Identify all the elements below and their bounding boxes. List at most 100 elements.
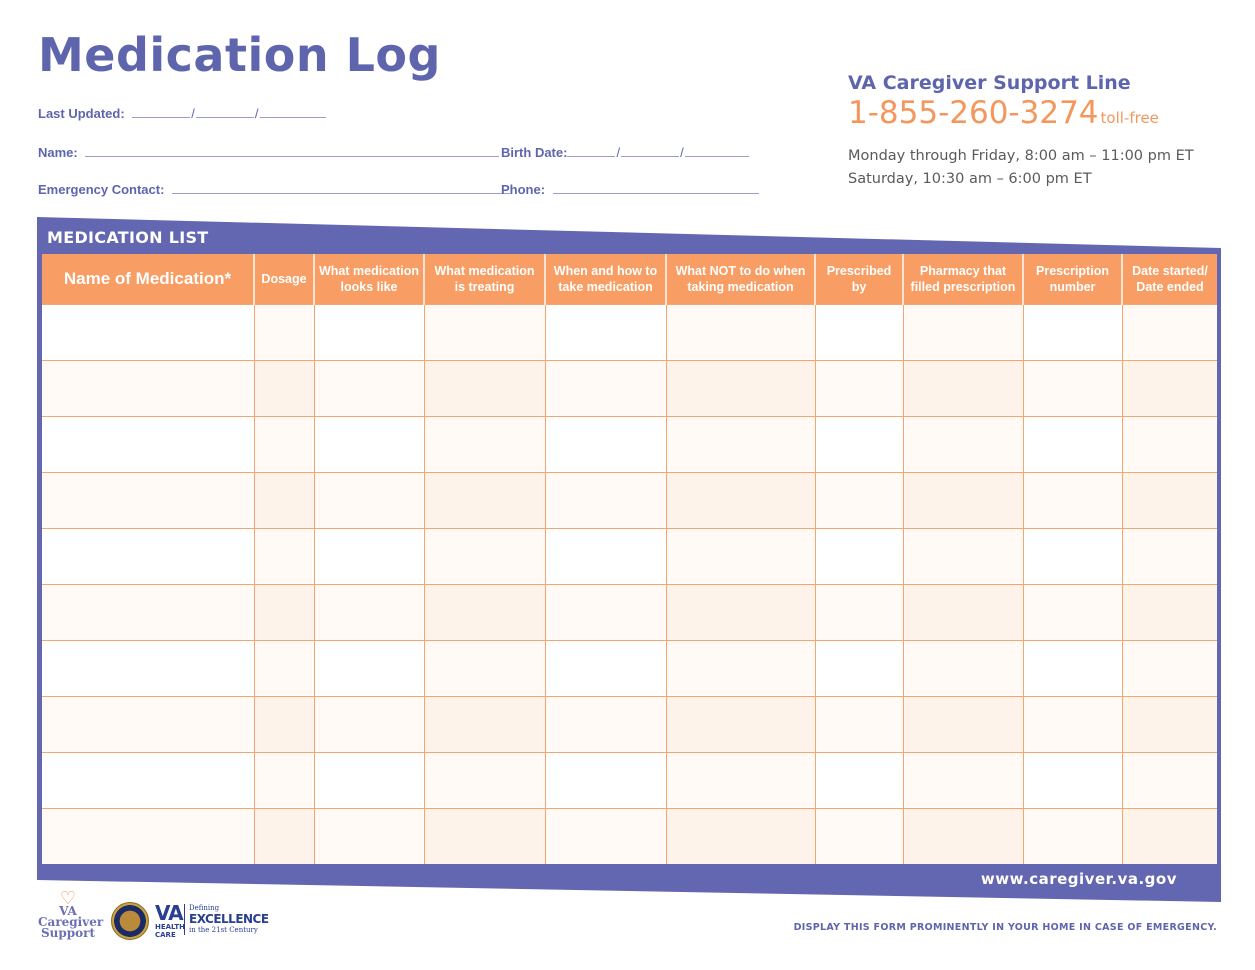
cell-name[interactable] [42, 360, 254, 417]
cell-dosage[interactable] [253, 528, 314, 585]
cell-looks-like[interactable] [313, 640, 424, 697]
cell-dosage[interactable] [253, 640, 314, 697]
cell-dates[interactable] [1121, 584, 1217, 641]
cell-prescribed-by[interactable] [814, 528, 903, 585]
cell-treating[interactable] [423, 528, 545, 585]
cell-prescribed-by[interactable] [814, 640, 903, 697]
birth-date-year-input[interactable] [684, 145, 749, 157]
cell-prescribed-by[interactable] [814, 472, 903, 529]
cell-looks-like[interactable] [313, 528, 424, 585]
cell-pharmacy[interactable] [902, 584, 1023, 641]
cell-name[interactable] [42, 640, 254, 697]
cell-when-how[interactable] [544, 304, 666, 361]
cell-pharmacy[interactable] [902, 472, 1023, 529]
cell-dates[interactable] [1121, 752, 1217, 809]
cell-treating[interactable] [423, 808, 545, 864]
cell-dates[interactable] [1121, 416, 1217, 473]
cell-prescribed-by[interactable] [814, 752, 903, 809]
emergency-contact-input[interactable] [172, 182, 511, 194]
cell-what-not[interactable] [665, 640, 815, 697]
cell-what-not[interactable] [665, 472, 815, 529]
cell-dosage[interactable] [253, 304, 314, 361]
phone-input[interactable] [552, 182, 759, 194]
cell-rx-number[interactable] [1022, 808, 1122, 864]
cell-dosage[interactable] [253, 472, 314, 529]
cell-rx-number[interactable] [1022, 304, 1122, 361]
cell-rx-number[interactable] [1022, 528, 1122, 585]
cell-dates[interactable] [1121, 640, 1217, 697]
cell-prescribed-by[interactable] [814, 808, 903, 864]
support-phone-number[interactable]: 1-855-260-3274 [848, 95, 1099, 131]
cell-name[interactable] [42, 584, 254, 641]
cell-rx-number[interactable] [1022, 752, 1122, 809]
cell-name[interactable] [42, 416, 254, 473]
birth-date-month-input[interactable] [567, 145, 616, 157]
birth-date-day-input[interactable] [621, 145, 680, 157]
cell-when-how[interactable] [544, 472, 666, 529]
cell-when-how[interactable] [544, 584, 666, 641]
cell-prescribed-by[interactable] [814, 584, 903, 641]
cell-treating[interactable] [423, 752, 545, 809]
cell-name[interactable] [42, 808, 254, 864]
name-input[interactable] [85, 145, 500, 157]
cell-pharmacy[interactable] [902, 696, 1023, 753]
last-updated-year-input[interactable] [259, 106, 326, 118]
cell-name[interactable] [42, 472, 254, 529]
cell-what-not[interactable] [665, 304, 815, 361]
cell-rx-number[interactable] [1022, 472, 1122, 529]
cell-rx-number[interactable] [1022, 696, 1122, 753]
cell-looks-like[interactable] [313, 808, 424, 864]
cell-when-how[interactable] [544, 696, 666, 753]
cell-dates[interactable] [1121, 528, 1217, 585]
cell-pharmacy[interactable] [902, 304, 1023, 361]
cell-treating[interactable] [423, 416, 545, 473]
cell-dates[interactable] [1121, 304, 1217, 361]
cell-when-how[interactable] [544, 808, 666, 864]
cell-pharmacy[interactable] [902, 416, 1023, 473]
cell-looks-like[interactable] [313, 584, 424, 641]
cell-looks-like[interactable] [313, 752, 424, 809]
cell-name[interactable] [42, 752, 254, 809]
cell-dosage[interactable] [253, 808, 314, 864]
cell-treating[interactable] [423, 640, 545, 697]
cell-dates[interactable] [1121, 808, 1217, 864]
cell-name[interactable] [42, 696, 254, 753]
cell-treating[interactable] [423, 360, 545, 417]
cell-what-not[interactable] [665, 752, 815, 809]
cell-treating[interactable] [423, 304, 545, 361]
cell-looks-like[interactable] [313, 696, 424, 753]
cell-when-how[interactable] [544, 752, 666, 809]
cell-name[interactable] [42, 528, 254, 585]
cell-rx-number[interactable] [1022, 584, 1122, 641]
cell-prescribed-by[interactable] [814, 696, 903, 753]
cell-prescribed-by[interactable] [814, 304, 903, 361]
cell-treating[interactable] [423, 472, 545, 529]
cell-looks-like[interactable] [313, 304, 424, 361]
cell-when-how[interactable] [544, 360, 666, 417]
cell-what-not[interactable] [665, 416, 815, 473]
cell-looks-like[interactable] [313, 472, 424, 529]
last-updated-month-input[interactable] [132, 106, 191, 118]
cell-when-how[interactable] [544, 416, 666, 473]
cell-rx-number[interactable] [1022, 416, 1122, 473]
cell-treating[interactable] [423, 696, 545, 753]
cell-dosage[interactable] [253, 752, 314, 809]
cell-dates[interactable] [1121, 696, 1217, 753]
cell-dosage[interactable] [253, 696, 314, 753]
cell-what-not[interactable] [665, 528, 815, 585]
cell-name[interactable] [42, 304, 254, 361]
cell-what-not[interactable] [665, 584, 815, 641]
cell-prescribed-by[interactable] [814, 416, 903, 473]
cell-prescribed-by[interactable] [814, 360, 903, 417]
cell-dates[interactable] [1121, 472, 1217, 529]
cell-what-not[interactable] [665, 808, 815, 864]
cell-looks-like[interactable] [313, 360, 424, 417]
cell-rx-number[interactable] [1022, 360, 1122, 417]
cell-looks-like[interactable] [313, 416, 424, 473]
cell-treating[interactable] [423, 584, 545, 641]
cell-pharmacy[interactable] [902, 808, 1023, 864]
website-link[interactable]: www.caregiver.va.gov [981, 870, 1177, 888]
cell-rx-number[interactable] [1022, 640, 1122, 697]
cell-when-how[interactable] [544, 640, 666, 697]
cell-dosage[interactable] [253, 360, 314, 417]
